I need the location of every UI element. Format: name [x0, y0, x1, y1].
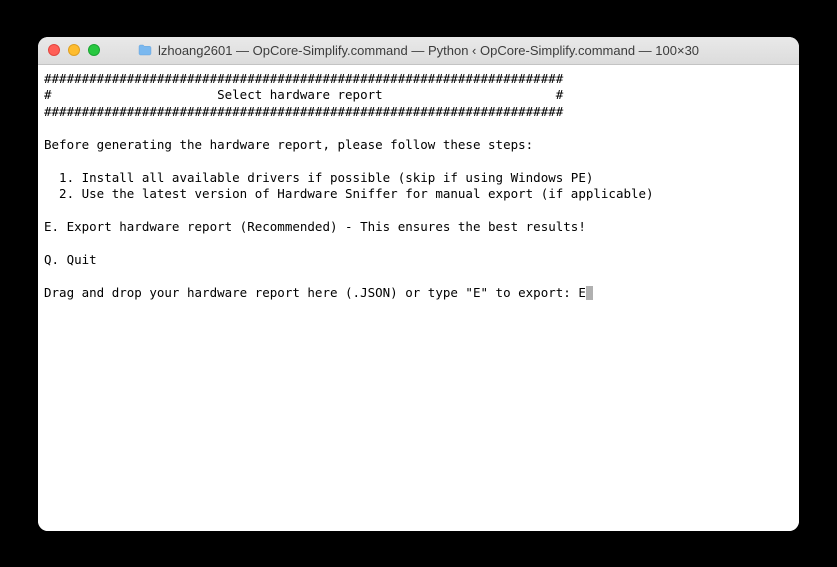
user-input[interactable]: E [578, 285, 586, 300]
prompt-text: Drag and drop your hardware report here … [44, 285, 578, 300]
step-1: 1. Install all available drivers if poss… [44, 170, 593, 185]
window-title: lzhoang2601 — OpCore-Simplify.command — … [158, 43, 699, 58]
folder-icon [138, 44, 152, 56]
maximize-icon[interactable] [88, 44, 100, 56]
option-quit: Q. Quit [44, 252, 97, 267]
title-wrap: lzhoang2601 — OpCore-Simplify.command — … [38, 43, 799, 58]
terminal-window: lzhoang2601 — OpCore-Simplify.command — … [38, 37, 799, 531]
intro-text: Before generating the hardware report, p… [44, 137, 533, 152]
traffic-lights [48, 44, 100, 56]
header-line: # Select hardware report # [44, 87, 563, 102]
cursor [586, 286, 593, 300]
option-export: E. Export hardware report (Recommended) … [44, 219, 586, 234]
border-line: ########################################… [44, 71, 563, 86]
minimize-icon[interactable] [68, 44, 80, 56]
border-line: ########################################… [44, 104, 563, 119]
step-2: 2. Use the latest version of Hardware Sn… [44, 186, 654, 201]
terminal-content[interactable]: ########################################… [38, 65, 799, 531]
close-icon[interactable] [48, 44, 60, 56]
titlebar[interactable]: lzhoang2601 — OpCore-Simplify.command — … [38, 37, 799, 65]
